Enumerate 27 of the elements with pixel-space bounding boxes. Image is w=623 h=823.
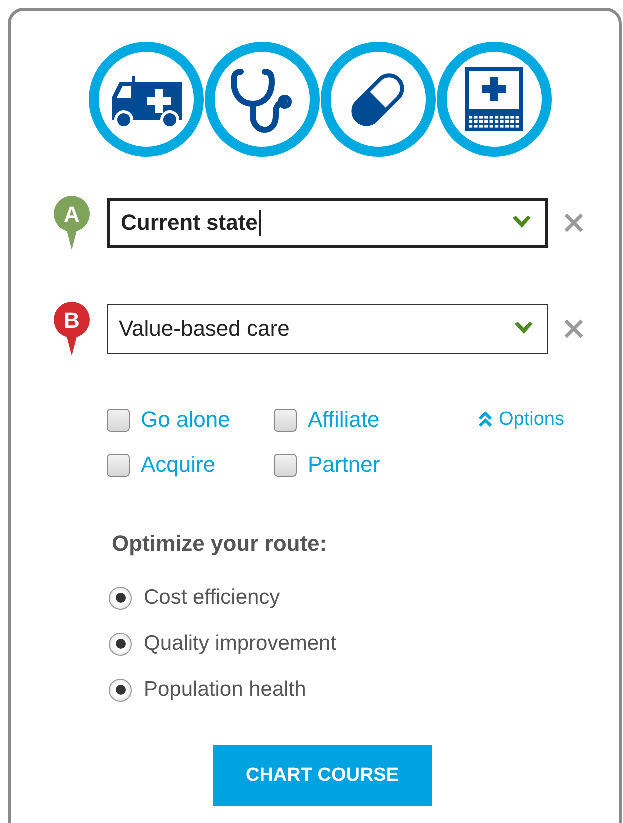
chevron-down-icon xyxy=(515,322,533,336)
checkbox[interactable] xyxy=(107,454,130,476)
text-cursor xyxy=(258,210,261,236)
checkbox[interactable] xyxy=(274,408,297,432)
close-icon[interactable] xyxy=(564,319,584,339)
strategy-checkbox[interactable]: Acquire xyxy=(107,452,274,478)
strategy-checkbox[interactable]: Go alone xyxy=(107,407,274,433)
chart-course-button[interactable]: CHART COURSE xyxy=(213,745,432,806)
options-link[interactable]: Options xyxy=(479,409,599,431)
checkbox[interactable] xyxy=(107,408,130,432)
checkbox[interactable] xyxy=(274,454,297,476)
chevron-down-icon xyxy=(513,216,531,230)
location-dropdown[interactable]: Value-based care xyxy=(107,304,548,354)
laptop-icon xyxy=(463,66,525,132)
waypoint-letter: B xyxy=(64,308,80,333)
route-option[interactable]: Population health xyxy=(109,677,619,703)
close-icon[interactable] xyxy=(564,213,584,233)
section-heading: Optimize your route: xyxy=(111,531,328,557)
radio-button[interactable] xyxy=(109,678,132,702)
strategy-checkbox[interactable]: Partner xyxy=(274,452,479,478)
route-option[interactable]: Quality improvement xyxy=(109,631,619,657)
route-option[interactable]: Cost efficiency xyxy=(109,585,619,611)
waypoint-letter: A xyxy=(64,202,80,227)
location-dropdown[interactable]: Current state xyxy=(107,198,548,248)
strategy-checkbox[interactable]: Affiliate xyxy=(274,407,479,433)
radio-button[interactable] xyxy=(109,632,132,656)
radio-button[interactable] xyxy=(109,586,132,610)
